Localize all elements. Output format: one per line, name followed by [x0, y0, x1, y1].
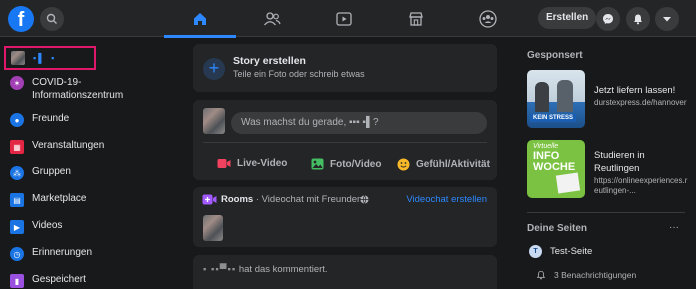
page-item-test-seite[interactable]: T Test-Seite — [529, 245, 592, 258]
top-navigation-bar: f Erstellen — [0, 0, 696, 38]
sidebar-item-label: Videos — [32, 220, 63, 231]
activity-text: hat das kommentiert. — [238, 264, 328, 275]
photo-video-label: Foto/Video — [330, 158, 382, 170]
bookmark-icon: ▮ — [10, 274, 24, 288]
page-name: Test-Seite — [550, 246, 593, 257]
sidebar-item-label: COVID-19-Informationszentrum — [32, 77, 124, 101]
sidebar-item-covid[interactable]: ✶ COVID-19-Informationszentrum — [10, 76, 152, 102]
ad-title[interactable]: Jetzt liefern lassen! — [594, 84, 684, 97]
notifications-count: 3 Benachrichtigungen — [554, 270, 637, 280]
sidebar-item-videos[interactable]: ▶ Videos — [10, 220, 62, 234]
messenger-button[interactable] — [596, 7, 620, 31]
messenger-icon — [603, 14, 613, 24]
right-divider — [527, 212, 685, 213]
tab-friends[interactable] — [236, 0, 308, 37]
create-videochat-link[interactable]: Videochat erstellen — [406, 194, 487, 205]
rooms-icon — [202, 194, 217, 205]
account-menu-button[interactable] — [655, 7, 679, 31]
ad-url[interactable]: durstexpress.de/hannover — [594, 98, 690, 108]
page-notifications-item[interactable]: 3 Benachrichtigungen — [536, 270, 636, 280]
your-pages-heading: Deine Seiten — [527, 223, 588, 234]
person-figure — [557, 80, 573, 112]
rooms-card: Rooms · Videochat mit Freunden Videochat… — [193, 187, 497, 247]
friends-icon — [264, 11, 281, 25]
watch-icon — [336, 11, 352, 26]
rooms-header: Rooms · Videochat mit Freunden — [221, 194, 362, 205]
tab-home[interactable] — [164, 0, 236, 38]
smiley-icon — [397, 158, 410, 171]
create-button[interactable]: Erstellen — [538, 7, 597, 29]
calendar-icon: ▦ — [10, 140, 24, 154]
page-avatar: T — [529, 245, 542, 258]
friends-icon: ● — [10, 113, 24, 127]
covid-icon: ✶ — [10, 76, 24, 90]
activity-user-name[interactable]: ▪ ▪▪▀▪▪ — [203, 264, 236, 275]
ad-url[interactable]: https://onlineexperiences.reutlingen-... — [594, 176, 690, 196]
story-title: Story erstellen — [233, 55, 306, 67]
clock-icon: ◷ — [10, 247, 24, 261]
notifications-button[interactable] — [626, 7, 650, 31]
sidebar-item-marketplace[interactable]: ▤ Marketplace — [10, 193, 86, 207]
sidebar-item-saved[interactable]: ▮ Gespeichert — [10, 274, 86, 288]
sidebar-item-friends[interactable]: ● Freunde — [10, 113, 69, 127]
rooms-subtitle: · Videochat mit Freunden — [253, 194, 363, 205]
post-composer-input[interactable]: Was machst du gerade, ▪▪▪ ▪▌? — [231, 112, 487, 134]
bell-icon — [536, 270, 546, 280]
live-video-label: Live-Video — [237, 158, 288, 169]
sidebar-profile-item[interactable]: ▪▌ ▪ — [4, 46, 96, 70]
ad-title[interactable]: Studieren in Reutlingen — [594, 149, 684, 175]
pages-more-button[interactable]: ··· — [669, 222, 679, 233]
marketplace-icon: ▤ — [10, 193, 24, 207]
ad-image-reutlingen[interactable]: Virtuelle INFO WOCHE — [527, 140, 585, 198]
groups-icon: ⁂ — [10, 166, 24, 180]
sidebar-item-label: Marketplace — [32, 193, 87, 204]
chevron-down-icon — [663, 17, 671, 22]
sidebar-item-memories[interactable]: ◷ Erinnerungen — [10, 247, 92, 261]
groups-icon — [479, 9, 497, 28]
sponsored-heading: Gesponsert — [527, 50, 583, 61]
feeling-activity-label: Gefühl/Aktivität — [416, 159, 490, 170]
photo-icon — [311, 158, 324, 170]
ad-badge: KEIN STRESS — [530, 114, 577, 122]
room-participant-avatar[interactable] — [203, 215, 223, 241]
plus-icon: + — [203, 58, 225, 80]
home-icon — [194, 12, 206, 25]
live-video-icon — [217, 159, 231, 168]
search-icon — [46, 13, 57, 24]
story-subtitle: Teile ein Foto oder schreib etwas — [233, 69, 365, 79]
create-story-card[interactable]: + Story erstellen Teile ein Foto oder sc… — [193, 44, 497, 92]
sidebar-item-label: Gespeichert — [32, 274, 86, 285]
post-composer-card: Was machst du gerade, ▪▪▪ ▪▌? Live-Video… — [193, 100, 497, 180]
avatar — [203, 108, 225, 134]
person-figure — [535, 82, 549, 112]
tab-watch[interactable] — [308, 0, 380, 37]
sidebar-item-label: Freunde — [32, 113, 70, 124]
ad-paper-graphic — [555, 172, 581, 194]
tab-marketplace[interactable] — [380, 0, 452, 37]
composer-divider — [203, 142, 487, 143]
tab-groups[interactable] — [452, 0, 524, 37]
sidebar-item-label: Gruppen — [32, 166, 71, 177]
sidebar-item-label: Veranstaltungen — [32, 140, 105, 151]
ad-image-durstexpress[interactable]: KEIN STRESS — [527, 70, 585, 128]
video-icon: ▶ — [10, 220, 24, 234]
bell-icon — [634, 14, 642, 25]
search-button[interactable] — [40, 7, 64, 31]
live-video-button[interactable]: Live-Video — [217, 158, 287, 169]
facebook-logo-icon[interactable]: f — [8, 6, 34, 32]
photo-video-button[interactable]: Foto/Video — [311, 158, 381, 170]
ad-badge-top: Virtuelle — [533, 143, 559, 150]
sidebar-item-label: Erinnerungen — [32, 247, 93, 258]
activity-line: ▪ ▪▪▀▪▪ hat das kommentiert. — [203, 264, 328, 275]
profile-name: ▪▌ ▪ — [33, 53, 57, 63]
ad-badge: INFO WOCHE — [533, 150, 576, 173]
avatar — [11, 51, 25, 65]
globe-icon — [360, 195, 369, 204]
rooms-title: Rooms — [221, 194, 254, 205]
feed-activity-card: ▪ ▪▪▀▪▪ hat das kommentiert. — [193, 255, 497, 289]
sidebar-item-groups[interactable]: ⁂ Gruppen — [10, 166, 71, 180]
marketplace-icon — [409, 11, 423, 26]
feeling-activity-button[interactable]: Gefühl/Aktivität — [397, 158, 490, 171]
sidebar-item-events[interactable]: ▦ Veranstaltungen — [10, 140, 104, 154]
